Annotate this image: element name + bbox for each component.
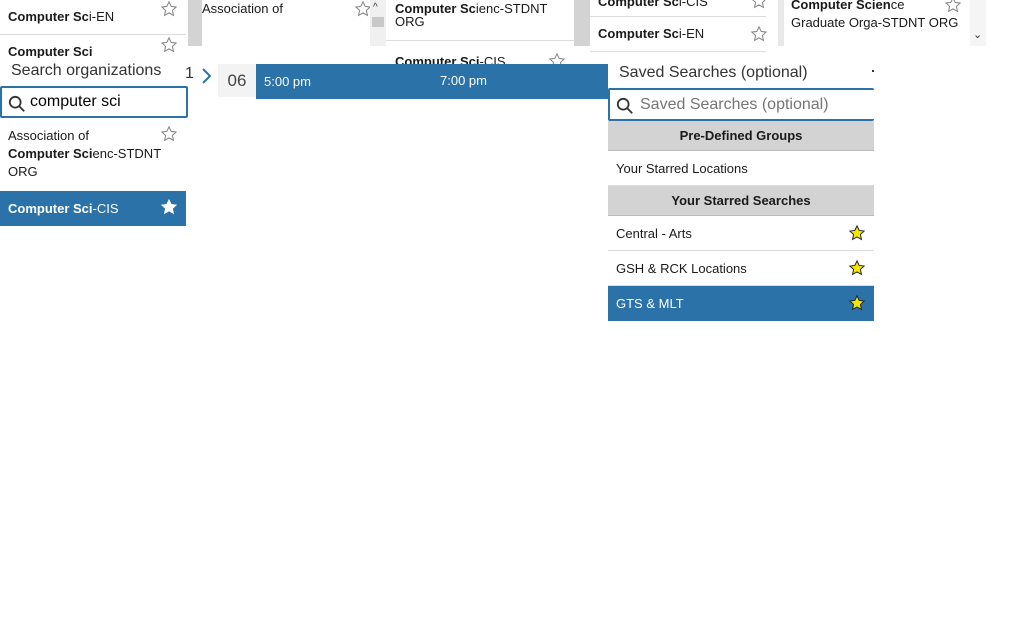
bg-result-bold: Computer Sc [598,0,679,9]
scrollbar[interactable]: ^ [370,0,386,46]
bg-result-bold: Computer Sci [8,44,93,58]
bg-result-bold: Computer Sc [598,26,679,41]
result-rest: -CIS [92,201,119,216]
time-slot-end[interactable]: 7:00 pm [440,73,487,88]
saved-searches-dropdown: Pre-Defined Groups Your Starred Location… [608,121,874,321]
org-results-list: Association of Computer Scienc-STDNT ORG… [0,120,186,226]
bg-result-bold: Computer Sc [8,9,89,24]
bg-result-bold: ter Sc [439,1,476,16]
bg-result-text-rest: ation of [240,1,283,16]
star-filled-icon[interactable] [848,294,866,312]
saved-search-item[interactable]: Central - Arts [608,216,874,251]
scrollbar[interactable]: ⌄ [970,0,986,46]
bg-result-rest: ce [890,0,905,12]
star-filled-icon[interactable] [848,259,866,277]
saved-search-label: Central - Arts [616,226,692,241]
bg-result-line-rest: DNT ORG [898,15,959,30]
group-header-predefined: Pre-Defined Groups [608,121,874,151]
starred-locations-item[interactable]: Your Starred Locations [608,151,874,186]
saved-searches-input[interactable] [640,90,870,119]
bg-result-rest: ienc-STDNT [475,1,548,16]
org-search-label: Search organizations [11,62,162,79]
saved-searches-field[interactable] [608,88,874,121]
star-filled-icon[interactable] [848,224,866,242]
bg-result-rest: i-EN [678,26,705,41]
saved-search-item[interactable]: GSH & RCK Locations [608,251,874,286]
bg-fragment-3: Computer Scienc-STDNT ORG Computer Sci-C… [386,0,590,64]
result-match: Computer Sci [8,146,93,161]
bg-result-bold: Compu [395,54,440,64]
time-slot-start[interactable]: 5:00 pm [264,74,311,89]
search-icon [616,97,634,115]
chevron-right-icon[interactable] [198,66,216,86]
star-filled-icon[interactable] [160,198,178,216]
bg-fragment-5: Computer Science Graduate Orga-STDNT ORG… [778,0,992,46]
bg-result-rest: i-EN [88,9,115,24]
saved-search-label: GSH & RCK Locations [616,261,747,276]
search-icon [8,95,26,113]
result-match: Computer Sci [8,201,93,216]
bg-fragment-1: Computer Sci-EN Computer Sci [0,0,186,58]
org-search-input[interactable] [30,88,180,116]
bg-fragment-2: Association of ^ [188,0,386,46]
bg-result-bold: ter Sci [439,54,480,64]
date-partial-digit: 1 [185,65,194,82]
bg-result-bold: Computer Scien [791,0,891,12]
bg-fragment-4: Computer Sci-CIS Computer Sci-EN [590,0,776,56]
bg-result-line: Graduate Orga-ST [791,15,899,30]
chevron-up-icon[interactable]: ^ [373,2,378,13]
group-header-starred-searches: Your Starred Searches [608,186,874,216]
saved-searches-label: Saved Searches (optional) [619,64,808,81]
result-rest: enc-STDNT [92,146,162,161]
label-fragment-mark [872,70,874,72]
star-outline-icon[interactable] [750,0,768,10]
star-outline-icon[interactable] [944,0,962,14]
star-outline-icon[interactable] [160,125,178,143]
result-line: ORG [8,164,38,179]
saved-search-label: GTS & MLT [616,296,684,311]
date-day: 06 [218,64,256,97]
star-outline-icon[interactable] [750,25,768,43]
list-item[interactable]: Computer Sci-CIS [0,191,186,226]
chevron-down-icon[interactable]: ⌄ [973,28,982,41]
list-item[interactable]: Association of Computer Scienc-STDNT ORG [0,120,186,191]
result-line: Association of [8,128,89,143]
star-outline-icon[interactable] [548,52,566,64]
bg-result-rest: -CIS [479,54,506,64]
star-outline-icon[interactable] [160,0,178,18]
star-outline-icon[interactable] [160,36,178,54]
bg-result-rest: i-CIS [678,0,708,9]
saved-search-item-selected[interactable]: GTS & MLT [608,286,874,321]
org-search-field[interactable] [0,86,188,118]
bg-result-line: ORG [395,14,425,29]
bg-result-text: Associ [202,1,241,16]
